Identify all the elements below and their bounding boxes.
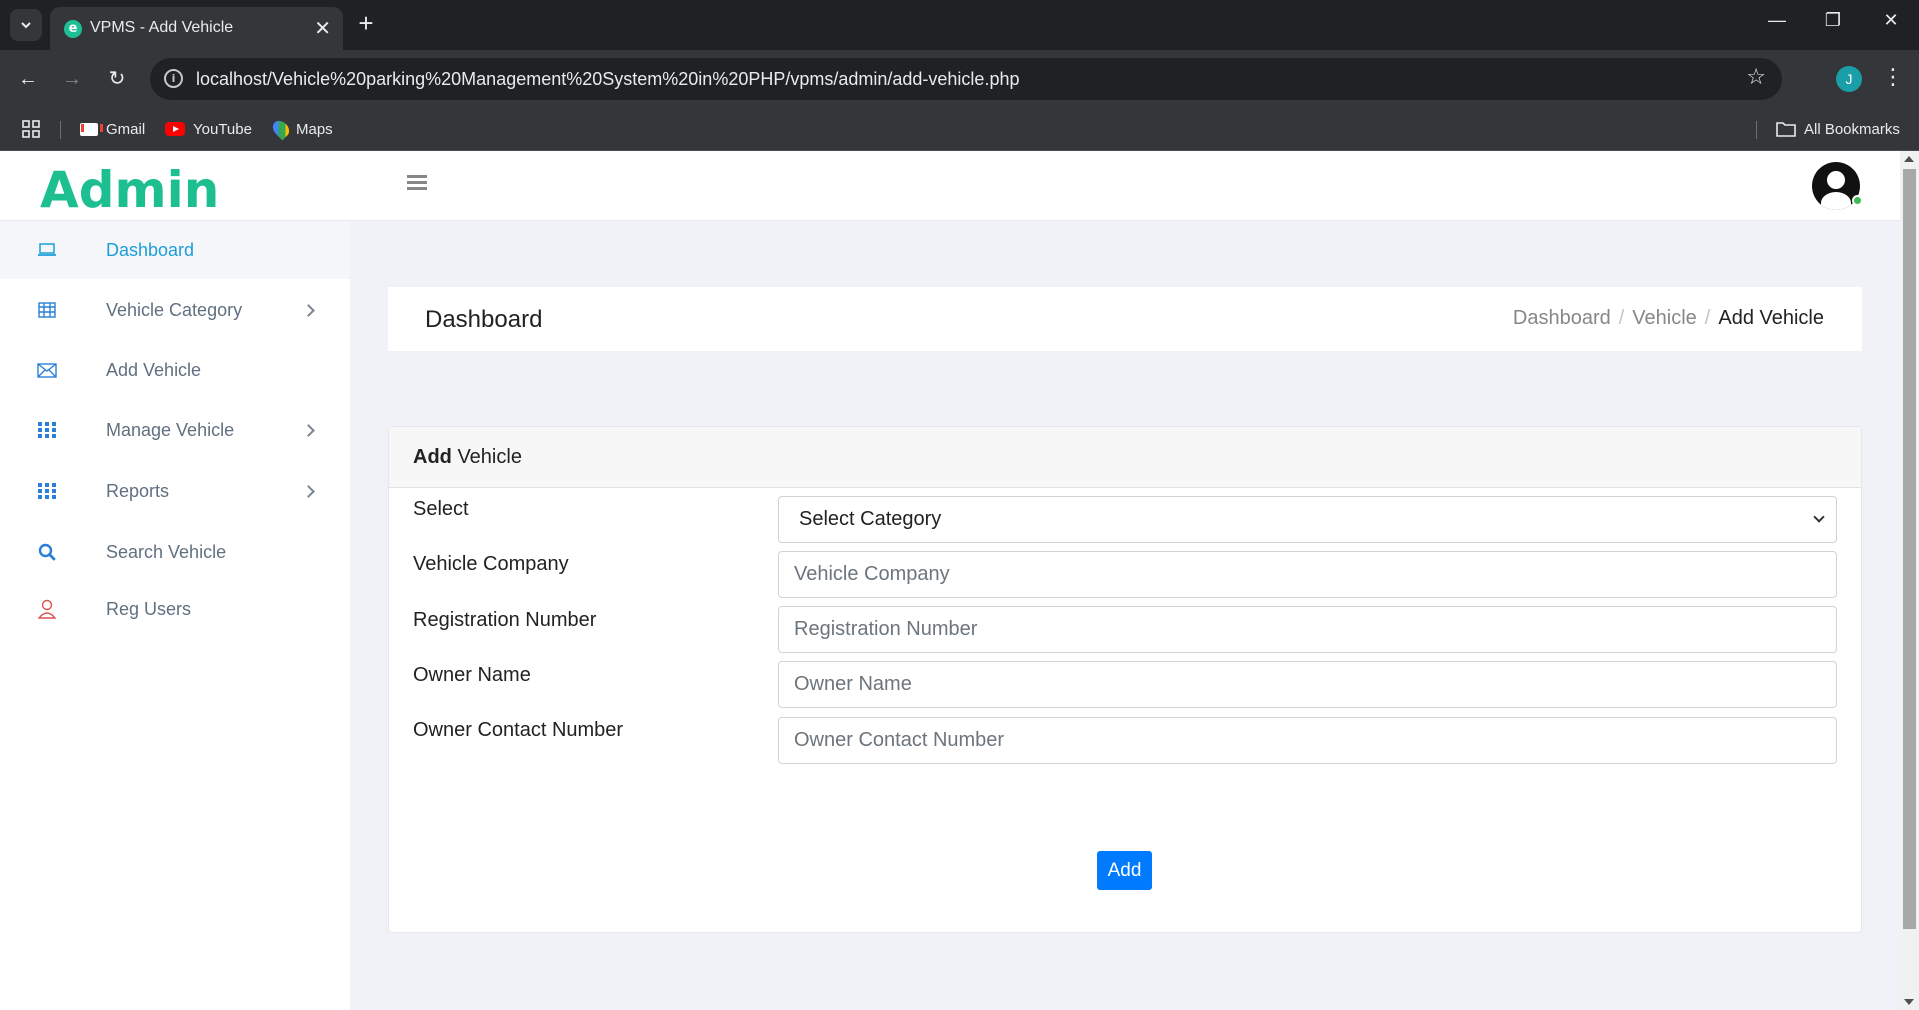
reload-icon[interactable]: ↻ — [101, 63, 133, 95]
bookmark-youtube[interactable]: YouTube — [165, 116, 252, 142]
sidebar-item-label: Add Vehicle — [106, 359, 202, 380]
all-bookmarks-button[interactable]: All Bookmarks — [1776, 116, 1900, 142]
chevron-right-icon — [302, 484, 315, 498]
menu-toggle-icon[interactable] — [407, 175, 427, 193]
bookmark-label: Gmail — [106, 120, 146, 138]
add-button[interactable]: Add — [1097, 851, 1152, 890]
sidebar-item-label: Dashboard — [106, 239, 195, 260]
page-header-card: Dashboard Dashboard / Vehicle / Add Vehi… — [388, 287, 1862, 351]
form-heading: Add Vehicle — [413, 446, 522, 469]
top-header: Admin — [0, 151, 1900, 221]
sidebar-item-label: Manage Vehicle — [106, 419, 235, 440]
page-title: Dashboard — [425, 306, 543, 333]
scroll-up-icon[interactable] — [1904, 156, 1914, 162]
laptop-icon — [36, 239, 58, 261]
field-label-select: Select — [413, 498, 469, 520]
sidebar-item-label: Reports — [106, 480, 170, 501]
browser-menu-icon[interactable]: ⋮ — [1882, 64, 1904, 90]
category-select[interactable]: Select Category — [778, 496, 1837, 543]
tab-title: VPMS - Add Vehicle — [90, 19, 234, 36]
bookmark-label: YouTube — [193, 120, 252, 138]
minimize-icon[interactable]: — — [1762, 10, 1792, 31]
page-scrollbar[interactable] — [1900, 151, 1919, 1010]
tab-search-button[interactable] — [10, 9, 42, 41]
breadcrumb-link-dashboard[interactable]: Dashboard — [1513, 307, 1611, 330]
back-icon[interactable]: ← — [12, 63, 44, 95]
scrollbar-thumb[interactable] — [1903, 169, 1916, 929]
form-heading-rest: Vehicle — [451, 446, 522, 468]
table-icon — [36, 299, 58, 321]
grid-icon — [36, 480, 58, 502]
site-favicon-icon: e — [64, 20, 82, 38]
envelope-icon — [36, 359, 58, 381]
form-heading-bold: Add — [413, 446, 452, 468]
gmail-icon — [80, 122, 103, 136]
sidebar-item-dashboard[interactable]: Dashboard — [0, 221, 350, 279]
all-bookmarks-label: All Bookmarks — [1804, 120, 1900, 138]
bookmarks-divider — [1756, 121, 1757, 139]
bookmark-gmail[interactable]: Gmail — [80, 116, 145, 142]
close-tab-icon[interactable]: ✕ — [314, 16, 331, 41]
folder-icon — [1776, 122, 1796, 137]
breadcrumb-link-vehicle[interactable]: Vehicle — [1632, 307, 1697, 330]
category-select-value: Select Category — [799, 508, 942, 530]
breadcrumb-separator: / — [1618, 307, 1625, 329]
owner-contact-number-input[interactable] — [778, 717, 1837, 764]
chevron-down-icon — [21, 22, 31, 29]
sidebar-item-vehicle-category[interactable]: Vehicle Category — [0, 281, 350, 339]
owner-name-input[interactable] — [778, 661, 1837, 708]
close-window-icon[interactable]: ✕ — [1876, 10, 1906, 31]
bookmark-maps[interactable]: Maps — [269, 116, 333, 142]
search-icon — [36, 541, 58, 563]
form-card-header: Add Vehicle — [389, 427, 1861, 488]
maps-icon — [269, 117, 293, 141]
grid-icon — [36, 419, 58, 441]
sidebar-item-manage-vehicle[interactable]: Manage Vehicle — [0, 401, 350, 459]
sidebar-item-add-vehicle[interactable]: Add Vehicle — [0, 341, 350, 399]
address-bar[interactable]: i localhost/Vehicle%20parking%20Manageme… — [150, 58, 1782, 100]
restore-icon[interactable]: ❐ — [1818, 10, 1848, 31]
browser-tab[interactable]: e VPMS - Add Vehicle ✕ — [50, 7, 343, 50]
field-label-vehicle-company: Vehicle Company — [413, 553, 569, 575]
scroll-down-icon[interactable] — [1904, 999, 1914, 1005]
url-text[interactable]: localhost/Vehicle%20parking%20Management… — [196, 69, 1019, 90]
youtube-icon — [165, 122, 185, 136]
bookmark-star-icon[interactable]: ☆ — [1746, 64, 1766, 90]
breadcrumb: Dashboard / Vehicle / Add Vehicle — [1513, 307, 1824, 330]
online-status-dot — [1852, 195, 1863, 206]
bookmarks-divider — [60, 121, 61, 139]
registration-number-input[interactable] — [778, 606, 1837, 653]
sidebar: Dashboard Vehicle Category Add Vehicle M… — [0, 221, 350, 1010]
field-label-registration-number: Registration Number — [413, 609, 597, 631]
browser-tab-strip: e VPMS - Add Vehicle ✕ + — ❐ ✕ — [0, 0, 1919, 50]
vehicle-company-input[interactable] — [778, 551, 1837, 598]
bookmark-label: Maps — [296, 120, 333, 138]
sidebar-item-search-vehicle[interactable]: Search Vehicle — [0, 523, 350, 581]
chevron-down-icon — [1813, 511, 1825, 523]
chevron-right-icon — [302, 303, 315, 317]
breadcrumb-current: Add Vehicle — [1718, 307, 1824, 329]
field-label-owner-contact-number: Owner Contact Number — [413, 719, 624, 741]
user-icon — [36, 598, 58, 620]
site-info-icon[interactable]: i — [164, 69, 183, 88]
profile-avatar[interactable]: J — [1836, 66, 1862, 92]
sidebar-item-reports[interactable]: Reports — [0, 462, 350, 520]
sidebar-item-label: Vehicle Category — [106, 299, 243, 320]
apps-grid-icon[interactable] — [22, 116, 40, 142]
brand-logo[interactable]: Admin — [40, 161, 219, 219]
sidebar-item-reg-users[interactable]: Reg Users — [0, 580, 350, 638]
chevron-right-icon — [302, 423, 315, 437]
add-vehicle-form-card: Add Vehicle Select Select Category Vehic… — [388, 426, 1862, 933]
field-label-owner-name: Owner Name — [413, 664, 531, 686]
breadcrumb-separator: / — [1704, 307, 1711, 329]
new-tab-button[interactable]: + — [352, 9, 380, 37]
bookmarks-bar: Gmail YouTube Maps All Bookmarks — [0, 108, 1919, 151]
forward-icon[interactable]: → — [56, 63, 88, 95]
sidebar-item-label: Reg Users — [106, 598, 192, 619]
page-viewport: Admin Dashboard Vehicle Category Add Veh… — [0, 151, 1900, 1010]
browser-toolbar: ← → ↻ i localhost/Vehicle%20parking%20Ma… — [0, 50, 1919, 108]
sidebar-item-label: Search Vehicle — [106, 541, 227, 562]
